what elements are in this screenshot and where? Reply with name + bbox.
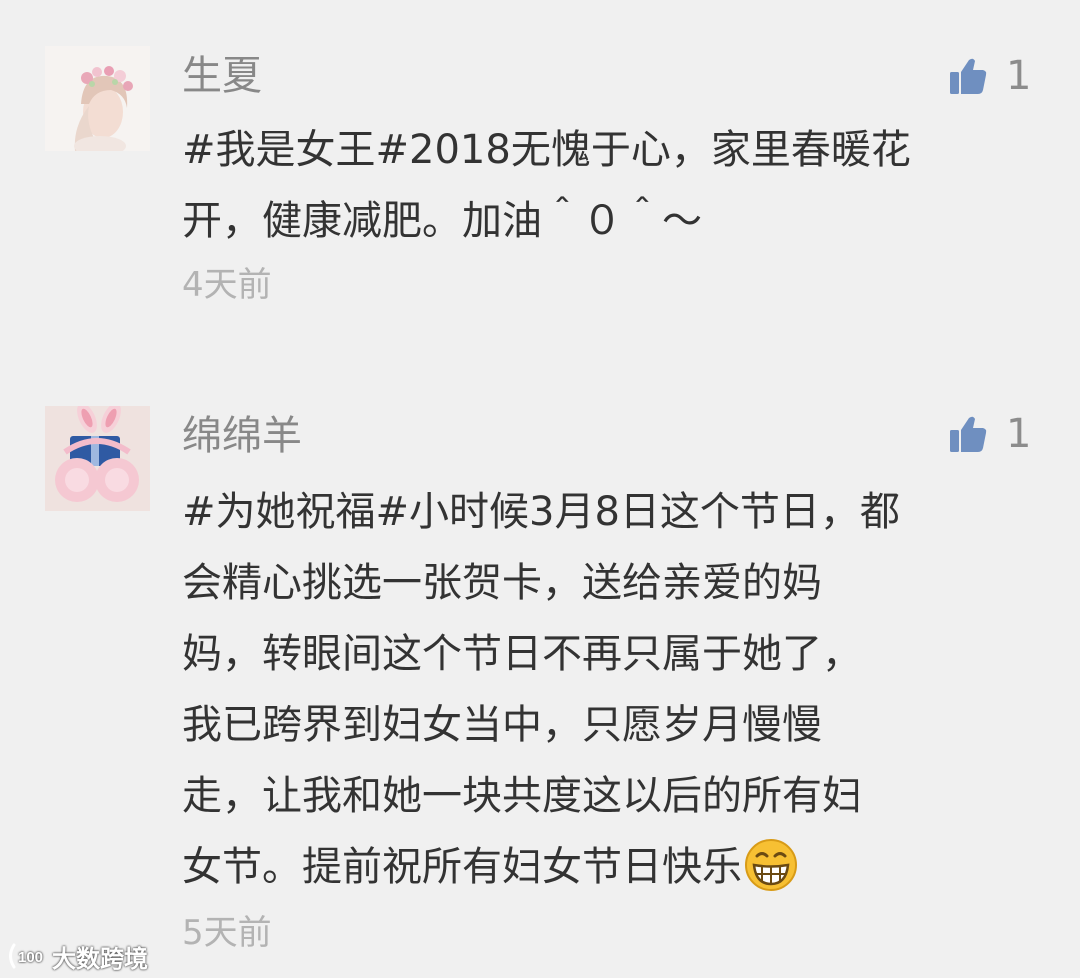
thumbs-up-icon: [950, 416, 987, 452]
like-count: 1: [1006, 53, 1032, 99]
comment-text: #我是女王#2018无愧于心，家里春暖花 开，健康减肥。加油＾０＾～: [182, 115, 1042, 257]
like-count: 1: [1006, 411, 1032, 457]
comment-text-line: 妈，转眼间这个节日不再只属于她了，: [182, 631, 862, 677]
grin-emoji-icon: [745, 839, 797, 891]
thumbs-up-icon: [950, 58, 987, 94]
avatar-pink-bunny-earmuffs-icon: [45, 406, 150, 511]
comment-item: 生夏 1 #我是女王#2018无愧于心，家里春暖花 开，健康减肥。加油＾０＾～ …: [0, 0, 1080, 340]
watermark-logo-icon: 100: [9, 943, 43, 969]
comment-text-line: 我已跨界到妇女当中，只愿岁月慢慢: [182, 702, 822, 748]
comment-time: 4天前: [182, 265, 272, 305]
comment-time: 5天前: [182, 913, 272, 953]
like-button[interactable]: 1: [944, 406, 1054, 462]
watermark: 100 大数跨境: [6, 936, 148, 976]
like-button[interactable]: 1: [944, 48, 1054, 104]
comment-text-line: 女节。提前祝所有妇女节日快乐: [182, 844, 742, 890]
user-avatar[interactable]: [45, 406, 150, 511]
avatar-girl-flower-crown-icon: [45, 46, 150, 151]
username[interactable]: 绵绵羊: [182, 408, 302, 464]
comment-text-line: 会精心挑选一张贺卡，送给亲爱的妈: [182, 560, 822, 606]
comment-text-line: 走，让我和她一块共度这以后的所有妇: [182, 773, 862, 819]
comment-item: 绵绵羊 1 #为她祝福#小时候3月8日这个节日，都 会精心挑选一张贺卡，送给亲爱…: [0, 340, 1080, 953]
comment-text-line: #为她祝福#小时候3月8日这个节日，都: [182, 489, 900, 535]
comment-text: #为她祝福#小时候3月8日这个节日，都 会精心挑选一张贺卡，送给亲爱的妈 妈，转…: [182, 477, 1042, 903]
watermark-text: 大数跨境: [52, 944, 148, 973]
user-avatar[interactable]: [45, 46, 150, 151]
comment-text-line-last: 女节。提前祝所有妇女节日快乐: [182, 832, 1042, 903]
watermark-logo-text: 100: [18, 949, 43, 966]
username[interactable]: 生夏: [182, 48, 262, 104]
comment-text-line: #我是女王#2018无愧于心，家里春暖花: [182, 127, 911, 173]
comment-text-line: 开，健康减肥。加油＾０＾～: [182, 198, 702, 244]
